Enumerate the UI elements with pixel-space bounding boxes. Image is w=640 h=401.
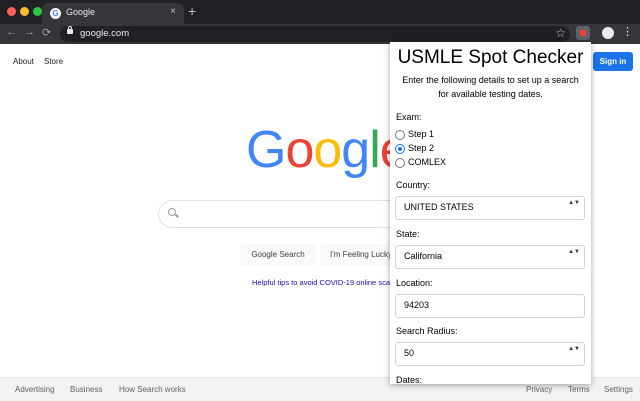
search-input[interactable]	[158, 200, 409, 228]
extension-icon[interactable]	[576, 26, 590, 40]
minimize-window-button[interactable]	[20, 7, 29, 16]
location-input[interactable]: 94203	[395, 294, 585, 318]
radio-button-checked[interactable]	[395, 144, 405, 154]
state-select[interactable]: California ▲▼	[395, 245, 585, 269]
radius-select[interactable]: 50 ▲▼	[395, 342, 585, 366]
settings-link[interactable]: Settings	[604, 385, 633, 394]
tab-close-icon[interactable]: ×	[170, 6, 176, 17]
extension-popup: USMLE Spot Checker Enter the following d…	[390, 42, 591, 384]
radius-value: 50	[404, 348, 415, 358]
radio-label: Step 1	[408, 129, 435, 139]
search-icon	[168, 208, 176, 216]
tab-title: Google	[66, 7, 96, 17]
reload-icon[interactable]: ⟳	[42, 26, 51, 39]
location-label: Location:	[396, 278, 433, 288]
radius-label: Search Radius:	[396, 326, 458, 336]
dates-label: Dates:	[396, 375, 423, 384]
store-link[interactable]: Store	[44, 57, 63, 66]
lock-icon	[67, 26, 73, 34]
about-link[interactable]: About	[13, 57, 34, 66]
bookmark-star-icon[interactable]: ☆	[555, 26, 566, 40]
covid-tips-link[interactable]: Helpful tips to avoid COVID-19 online sc…	[252, 278, 390, 287]
google-search-button[interactable]: Google Search	[240, 244, 316, 266]
exam-label: Exam:	[396, 112, 422, 122]
popup-subtitle: Enter the following details to set up a …	[402, 75, 579, 99]
browser-tab[interactable]: G Google ×	[42, 3, 184, 24]
select-arrows-icon: ▲▼	[568, 249, 580, 255]
how-search-works-link[interactable]: How Search works	[119, 385, 186, 394]
location-value: 94203	[404, 300, 430, 310]
radio-button[interactable]	[395, 158, 405, 168]
select-arrows-icon: ▲▼	[568, 346, 580, 352]
privacy-link[interactable]: Privacy	[526, 385, 552, 394]
radio-label: COMLEX	[408, 157, 447, 167]
back-arrow-icon[interactable]: ←	[6, 26, 17, 38]
logo-letter: G	[246, 121, 286, 179]
radio-button[interactable]	[395, 130, 405, 140]
state-label: State:	[396, 229, 420, 239]
popup-title: USMLE Spot Checker	[397, 47, 584, 68]
google-favicon-icon: G	[50, 8, 61, 19]
country-select[interactable]: UNITED STATES ▲▼	[395, 196, 585, 220]
advertising-link[interactable]: Advertising	[15, 385, 55, 394]
profile-avatar-icon[interactable]	[602, 27, 614, 39]
forward-arrow-icon[interactable]: →	[24, 26, 35, 38]
logo-letter: g	[341, 121, 370, 179]
close-window-button[interactable]	[7, 7, 16, 16]
logo-letter: o	[313, 121, 342, 179]
terms-link[interactable]: Terms	[568, 385, 590, 394]
logo-letter: o	[285, 121, 314, 179]
select-arrows-icon: ▲▼	[568, 200, 580, 206]
url-text[interactable]: google.com	[80, 28, 129, 39]
radio-label: Step 2	[408, 143, 435, 153]
tab-bar: G Google × +	[0, 0, 640, 24]
state-value: California	[404, 251, 443, 261]
country-value: UNITED STATES	[404, 202, 474, 212]
browser-menu-icon[interactable]: ⋮	[622, 25, 633, 38]
country-label: Country:	[396, 180, 431, 190]
sign-in-button[interactable]: Sign in	[593, 52, 633, 71]
google-logo: Google	[246, 120, 409, 180]
new-tab-button[interactable]: +	[188, 3, 196, 19]
business-link[interactable]: Business	[70, 385, 102, 394]
logo-letter: l	[369, 121, 381, 179]
address-bar[interactable]: google.com ☆	[60, 26, 570, 42]
maximize-window-button[interactable]	[33, 7, 42, 16]
browser-toolbar: ← → ⟳ google.com ☆	[0, 24, 640, 44]
